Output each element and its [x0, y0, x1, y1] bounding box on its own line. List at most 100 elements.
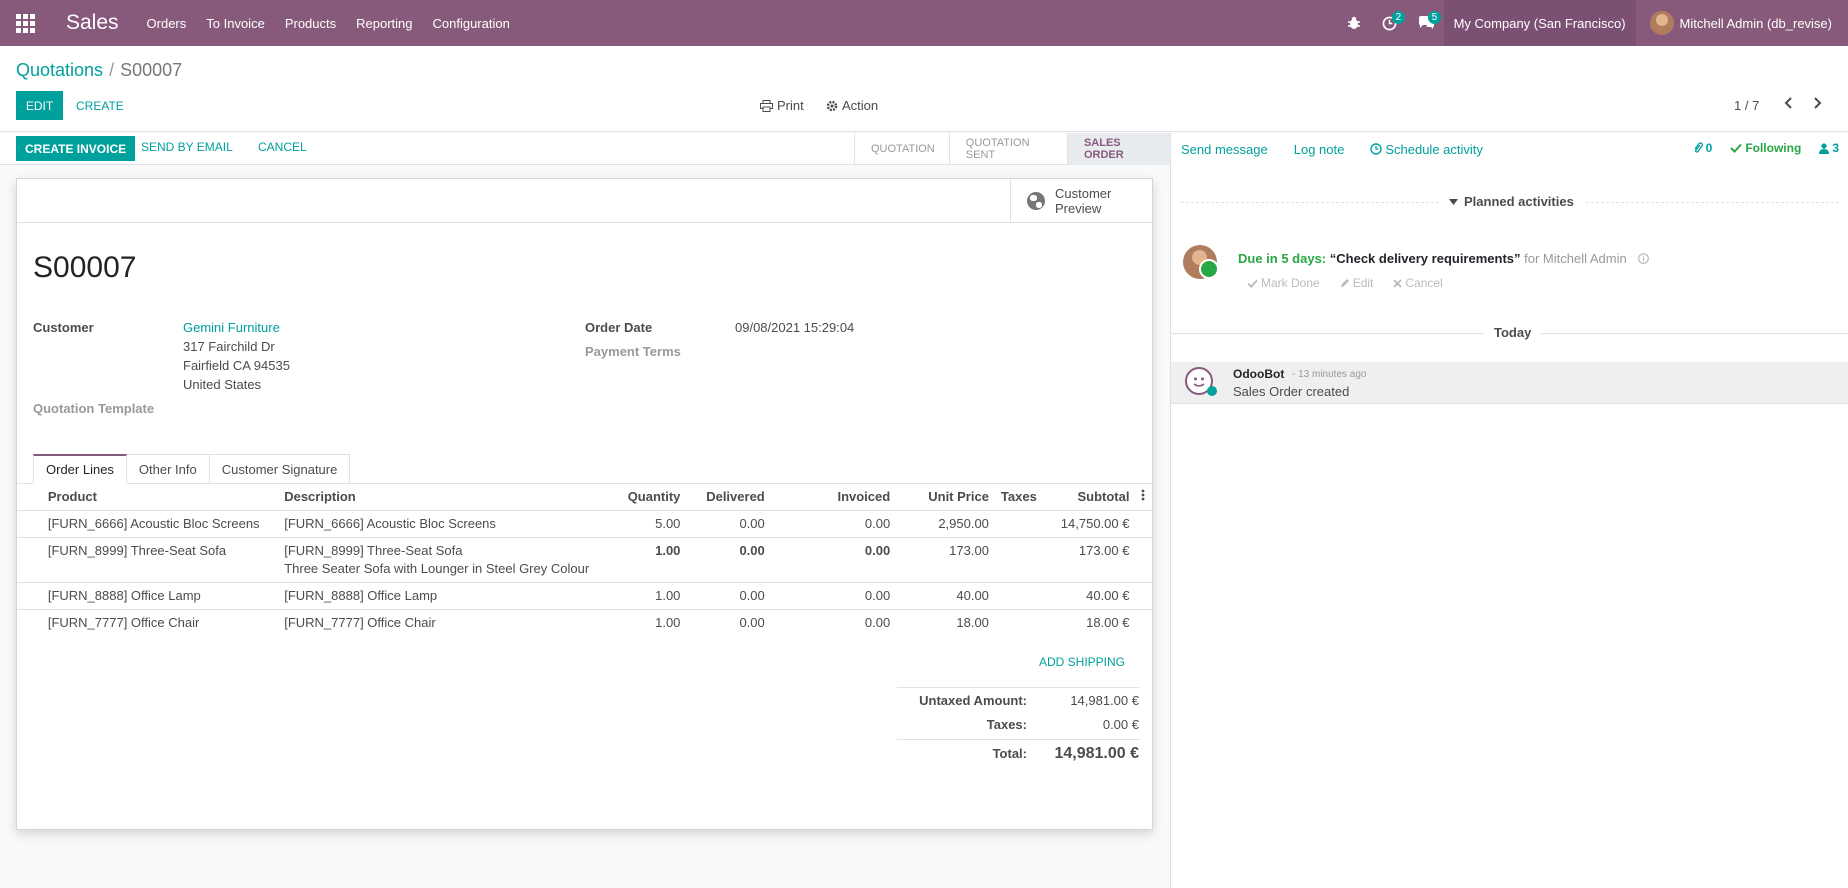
mark-done-button[interactable]: Mark Done: [1247, 276, 1320, 290]
stage-quotation[interactable]: QUOTATION: [854, 133, 949, 165]
breadcrumb-current: S00007: [120, 60, 183, 80]
followers-button[interactable]: 3: [1819, 141, 1839, 155]
column-header-subtotal[interactable]: Subtotal: [1052, 484, 1136, 511]
address-line-1: 317 Fairchild Dr: [183, 339, 275, 354]
cell-taxes: [994, 510, 1053, 538]
column-header-taxes[interactable]: Taxes: [994, 484, 1053, 511]
tab-other-info[interactable]: Other Info: [126, 454, 210, 484]
chatter-panel: Send message Log note Schedule activity …: [1170, 133, 1848, 888]
schedule-activity-button[interactable]: Schedule activity: [1370, 142, 1483, 157]
following-label: Following: [1745, 141, 1802, 155]
order-date-value: 09/08/2021 15:29:04: [735, 320, 855, 335]
edit-activity-button[interactable]: Edit: [1340, 276, 1374, 290]
following-button[interactable]: Following: [1730, 141, 1801, 155]
cell-product: [FURN_8888] Office Lamp: [47, 582, 279, 610]
column-header-product[interactable]: Product: [47, 484, 279, 511]
add-shipping-button[interactable]: ADD SHIPPING: [1039, 655, 1125, 669]
menu-products[interactable]: Products: [275, 0, 346, 46]
optional-columns-icon[interactable]: [1135, 484, 1152, 511]
create-invoice-button[interactable]: CREATE INVOICE: [16, 136, 136, 161]
messages-chat-icon[interactable]: 5: [1408, 0, 1444, 46]
form-statusbar: CREATE INVOICE SEND BY EMAIL CANCEL QUOT…: [0, 133, 1170, 165]
stage-quotation-sent[interactable]: QUOTATION SENT: [948, 133, 1067, 165]
log-note-button[interactable]: Log note: [1294, 142, 1345, 157]
message-author[interactable]: OdooBot: [1233, 367, 1284, 381]
cancel-activity-button[interactable]: Cancel: [1393, 276, 1443, 290]
stage-sales-order: SALES ORDER: [1066, 133, 1170, 165]
breadcrumb-quotations-link[interactable]: Quotations: [16, 60, 103, 80]
user-menu[interactable]: Mitchell Admin (db_revise): [1636, 0, 1848, 46]
untaxed-amount-row: Untaxed Amount: 14,981.00 €: [897, 688, 1139, 712]
table-row[interactable]: [FURN_8888] Office Lamp [FURN_8888] Offi…: [17, 582, 1152, 610]
menu-reporting[interactable]: Reporting: [346, 0, 422, 46]
cell-unit-price: 2,950.00: [896, 510, 995, 538]
tab-order-lines[interactable]: Order Lines: [33, 454, 127, 484]
message-body: Sales Order created: [1233, 384, 1350, 399]
action-dropdown[interactable]: Action: [826, 98, 878, 113]
cell-description: [FURN_8999] Three-Seat Sofa Three Seater…: [278, 537, 605, 583]
cell-subtotal: 18.00 €: [1086, 614, 1130, 630]
send-by-email-button[interactable]: SEND BY EMAIL: [141, 140, 233, 154]
customer-link[interactable]: Gemini Furniture: [183, 320, 280, 335]
smart-button-box: Customer Preview: [17, 179, 1152, 223]
attachments-button[interactable]: 0: [1693, 141, 1712, 155]
check-icon: [1730, 143, 1743, 153]
activities-clock-icon[interactable]: 2: [1372, 0, 1408, 46]
cell-description: [FURN_7777] Office Chair: [284, 614, 436, 630]
apps-menu-icon[interactable]: [0, 0, 50, 46]
planned-activities-label: Planned activities: [1464, 194, 1574, 209]
column-header-unit-price[interactable]: Unit Price: [896, 484, 995, 511]
quotation-template-label: Quotation Template: [33, 401, 155, 416]
action-label: Action: [842, 98, 879, 113]
activity-assignee: for Mitchell Admin: [1524, 251, 1627, 266]
planned-activities-toggle[interactable]: Planned activities: [1439, 194, 1584, 209]
debug-bug-icon[interactable]: [1336, 0, 1372, 46]
taxes-label: Taxes:: [986, 716, 1027, 732]
cell-unit-price: 18.00: [956, 614, 989, 630]
message-timestamp: - 13 minutes ago: [1292, 369, 1367, 380]
cell-taxes: [994, 537, 1053, 583]
customer-preview-button[interactable]: Customer Preview: [1010, 179, 1152, 223]
chatter-message[interactable]: OdooBot - 13 minutes ago Sales Order cre…: [1171, 362, 1848, 404]
edit-activity-label: Edit: [1352, 276, 1374, 290]
column-header-invoiced[interactable]: Invoiced: [770, 484, 897, 511]
pager-next-icon[interactable]: [1810, 96, 1824, 113]
info-icon[interactable]: [1638, 252, 1650, 267]
table-row[interactable]: [FURN_8999] Three-Seat Sofa [FURN_8999] …: [17, 537, 1152, 583]
user-name: Mitchell Admin (db_revise): [1679, 15, 1832, 31]
top-navbar: Sales Orders To Invoice Products Reporti…: [0, 0, 1848, 46]
cell-delivered: 0.00: [686, 537, 771, 583]
app-title[interactable]: Sales: [50, 11, 137, 35]
cell-quantity: 1.00: [604, 537, 687, 583]
address-line-2: Fairfield CA 94535: [183, 358, 290, 373]
schedule-activity-label: Schedule activity: [1385, 141, 1483, 157]
form-view: CREATE INVOICE SEND BY EMAIL CANCEL QUOT…: [0, 133, 1170, 888]
create-button[interactable]: CREATE: [70, 91, 130, 120]
menu-configuration[interactable]: Configuration: [423, 0, 520, 46]
edit-button[interactable]: EDIT: [16, 91, 63, 120]
cancel-order-button[interactable]: CANCEL: [258, 140, 307, 154]
activity-type-icon: [1199, 259, 1219, 279]
send-message-button[interactable]: Send message: [1181, 142, 1268, 157]
form-sheet: Customer Preview S00007 Customer Gemini …: [16, 178, 1153, 830]
table-row[interactable]: [FURN_7777] Office Chair [FURN_7777] Off…: [17, 609, 1152, 636]
paperclip-icon: [1694, 142, 1703, 153]
check-icon: [1247, 279, 1258, 288]
cell-description-line-2: Three Seater Sofa with Lounger in Steel …: [284, 560, 590, 576]
pager-value[interactable]: 1 / 7: [1734, 98, 1759, 113]
address-line-3: United States: [183, 377, 262, 392]
print-dropdown[interactable]: Print: [760, 98, 804, 113]
cell-taxes: [994, 582, 1053, 610]
table-row[interactable]: [FURN_6666] Acoustic Bloc Screens [FURN_…: [17, 510, 1152, 538]
column-header-quantity[interactable]: Quantity: [604, 484, 687, 511]
pager-previous-icon[interactable]: [1782, 96, 1796, 113]
menu-orders[interactable]: Orders: [137, 0, 197, 46]
tab-customer-signature[interactable]: Customer Signature: [209, 454, 351, 484]
column-header-description[interactable]: Description: [278, 484, 605, 511]
company-switcher[interactable]: My Company (San Francisco): [1443, 0, 1636, 46]
caret-down-icon: [1449, 198, 1458, 205]
cell-product: [FURN_8999] Three-Seat Sofa: [47, 537, 279, 583]
menu-to-invoice[interactable]: To Invoice: [196, 0, 275, 46]
payment-terms-label: Payment Terms: [585, 344, 681, 359]
column-header-delivered[interactable]: Delivered: [686, 484, 771, 511]
